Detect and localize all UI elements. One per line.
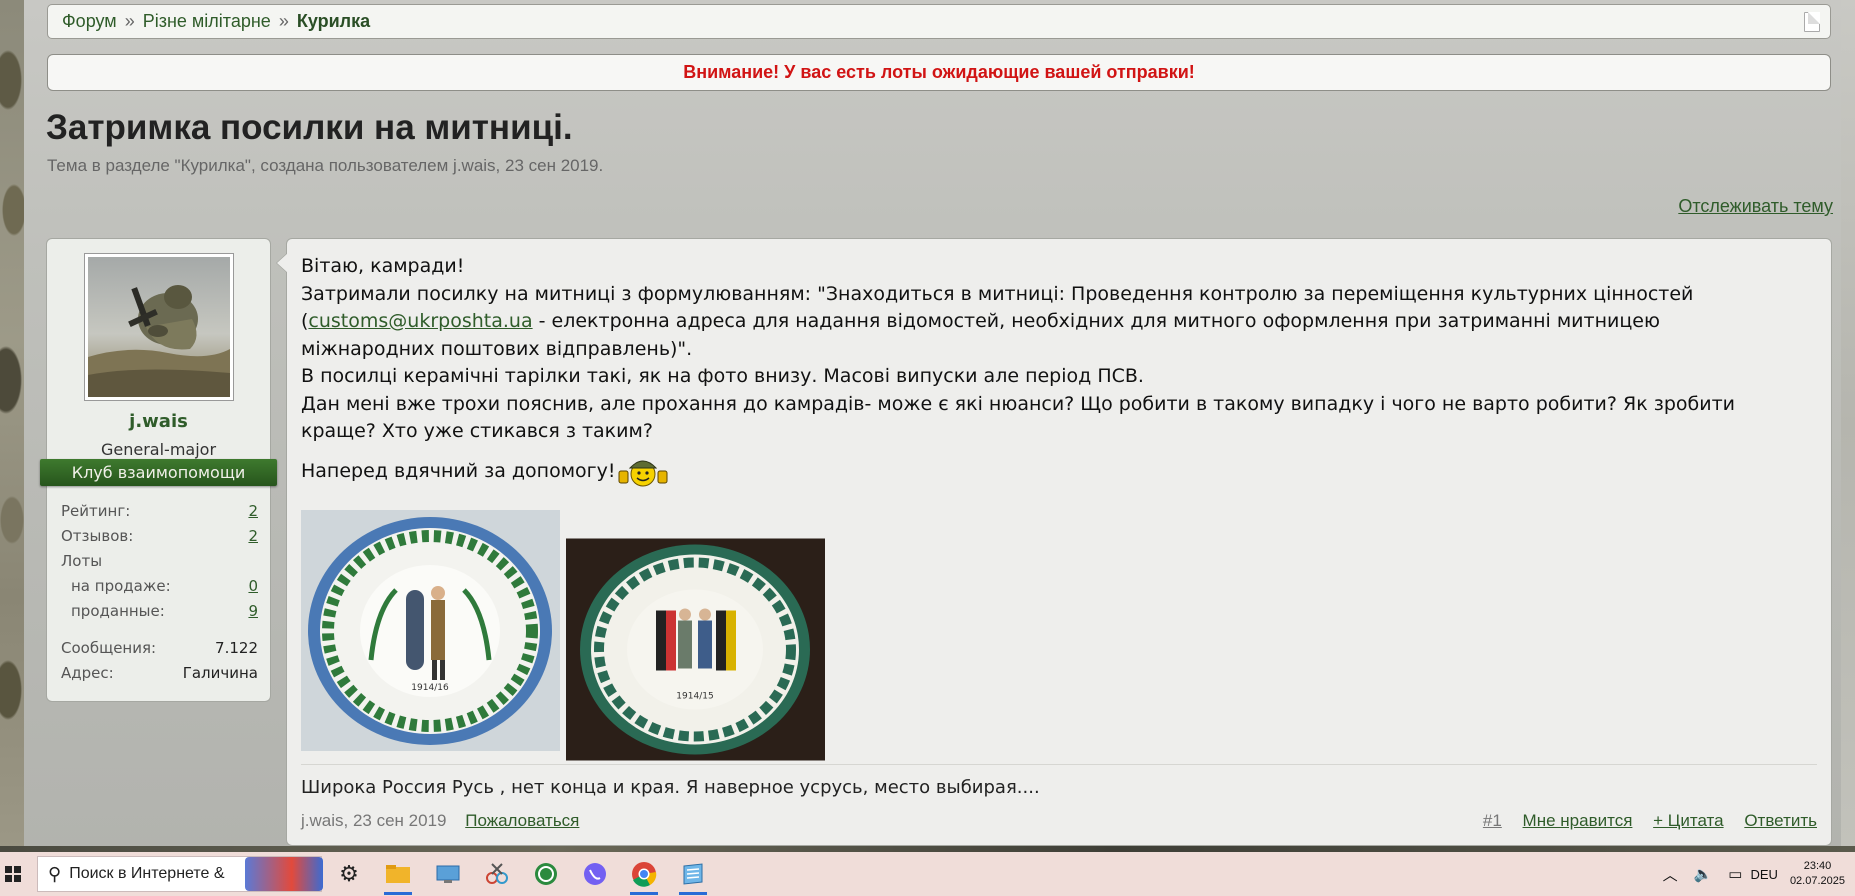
plate-image: 1914/15 [566, 538, 825, 761]
clock[interactable]: 23:40 02.07.2025 [1790, 859, 1845, 889]
like-button[interactable]: Мне нравится [1523, 811, 1633, 830]
page-title: Затримка посилки на митниці. [46, 108, 573, 147]
stat-rating: Рейтинг: 2 [61, 499, 258, 524]
post-line: (customs@ukrposhta.ua - електронна адрес… [301, 308, 1811, 336]
post-author[interactable]: j.wais [301, 811, 344, 830]
reply-button[interactable]: Ответить [1744, 811, 1817, 830]
soldier-smiley-icon [618, 460, 668, 486]
soldier-avatar-image [88, 257, 230, 397]
windows-icon [5, 866, 21, 882]
stat-messages: Сообщения: 7.122 [61, 636, 258, 661]
network-icon[interactable]: ▭ [1728, 865, 1742, 883]
post-greeting: Вітаю, камради! [301, 255, 465, 277]
post-footer: j.wais, 23 сен 2019 Пожаловаться #1 Мне … [301, 811, 1817, 831]
settings-icon[interactable]: ⚙ [333, 858, 365, 890]
thread-meta: Тема в разделе "Курилка", создана пользо… [47, 156, 604, 175]
plate-year: 1914/16 [411, 683, 449, 693]
remote-desktop-icon[interactable] [432, 858, 464, 890]
post: Вітаю, камради! Затримали посилку на мит… [276, 238, 1832, 846]
stat-lots: Лоты [61, 549, 258, 574]
speaker-icon[interactable]: 🔈 [1694, 865, 1713, 883]
stat-label: на продаже: [71, 577, 171, 595]
email-link[interactable]: customs@ukrposhta.ua [308, 310, 532, 332]
breadcrumb-current[interactable]: Курилка [297, 11, 370, 32]
reviews-link[interactable]: 2 [248, 524, 258, 549]
club-badge: Клуб взаимопомощи [40, 459, 277, 486]
avatar[interactable] [84, 253, 234, 401]
post-meta: j.wais, 23 сен 2019 Пожаловаться [301, 811, 579, 831]
stat-reviews: Отзывов: 2 [61, 524, 258, 549]
alert-banner[interactable]: Внимание! У вас есть лоты ожидающие ваше… [47, 54, 1831, 91]
post-thanks: Наперед вдячний за допомогу! [301, 454, 1811, 490]
background-camo-left [0, 0, 24, 852]
clock-date: 02.07.2025 [1789, 875, 1845, 887]
stat-label: Сообщения: [61, 639, 157, 657]
user-card: j.wais General-major Клуб взаимопомощи Р… [40, 238, 277, 702]
chevron-up-icon[interactable]: ︿ [1663, 864, 1678, 885]
start-button[interactable] [0, 852, 30, 896]
search-placeholder: Поиск в Интернете & [69, 865, 225, 882]
post-image-plate-2[interactable]: 1914/15 [566, 529, 825, 770]
username[interactable]: j.wais [47, 411, 270, 432]
stat-sold: проданные: 9 [61, 599, 258, 624]
stat-label: Лоты [61, 552, 103, 570]
language-indicator[interactable]: DEU [1750, 867, 1777, 882]
report-link[interactable]: Пожаловаться [465, 811, 579, 830]
post-line: краще? Хто уже стикався з таким? [301, 420, 653, 442]
on-sale-link[interactable]: 0 [248, 574, 258, 599]
breadcrumb: Форум » Різне мілітарне » Курилка [47, 4, 1831, 39]
stat-address: Адрес: Галичина [61, 661, 258, 686]
whatsapp-icon[interactable] [530, 858, 562, 890]
post-number-link[interactable]: #1 [1483, 811, 1502, 830]
search-highlight-icon[interactable] [245, 857, 323, 891]
breadcrumb-forum[interactable]: Форум [62, 11, 117, 32]
taskbar: ⚲ Поиск в Интернете & ⚙ ︿ 🔈 ▭ DEU 23:40 … [0, 852, 1855, 896]
post-actions: #1 Мне нравится + Цитата Ответить [1467, 811, 1817, 831]
plate-year: 1914/15 [676, 692, 713, 702]
plate-image: 1914/16 [301, 510, 560, 751]
post-body: Вітаю, камради! Затримали посилку на мит… [301, 253, 1811, 490]
file-explorer-icon[interactable] [382, 858, 414, 895]
post-line: Затримали посилку на митниці з формулюва… [301, 282, 1694, 305]
thanks-text: Наперед вдячний за допомогу! [301, 459, 616, 482]
post-line-text: - електронна адреса для надання відомост… [532, 310, 1660, 332]
search-icon: ⚲ [48, 863, 62, 884]
viber-icon[interactable] [579, 858, 611, 890]
breadcrumb-misc-military[interactable]: Різне мілітарне [143, 11, 271, 32]
system-tray: ︿ 🔈 ▭ DEU 23:40 02.07.2025 [1655, 852, 1845, 896]
post-image-plate-1[interactable]: 1914/16 [301, 510, 560, 751]
notepad-icon[interactable] [677, 858, 709, 895]
snipping-tool-icon[interactable] [481, 858, 513, 890]
stat-label: Рейтинг: [61, 502, 131, 520]
quote-button[interactable]: + Цитата [1653, 811, 1723, 830]
signature: Широка Россия Русь , нет конца и края. Я… [301, 764, 1817, 798]
messages-count: 7.122 [215, 639, 258, 657]
meta-separator: , [343, 811, 353, 830]
post-line: В посилці керамічні тарілки такі, як на … [301, 365, 1144, 387]
rating-link[interactable]: 2 [248, 499, 258, 524]
breadcrumb-separator: » [124, 11, 135, 31]
stat-label: Адрес: [61, 664, 114, 682]
stat-on-sale: на продаже: 0 [61, 574, 258, 599]
address-value: Галичина [182, 664, 258, 682]
stat-label: Отзывов: [61, 527, 134, 545]
post-line: міжнародних поштових відправлень)". [301, 337, 693, 360]
stat-label: проданные: [71, 602, 165, 620]
chrome-icon[interactable] [628, 858, 660, 895]
sold-link[interactable]: 9 [248, 599, 258, 624]
breadcrumb-separator: » [278, 11, 289, 31]
post-date[interactable]: 23 сен 2019 [353, 811, 447, 830]
page-icon[interactable] [1804, 12, 1820, 32]
post-line: Дан мені вже трохи пояснив, але прохання… [301, 392, 1735, 415]
background-right-strip [1841, 0, 1855, 852]
clock-time: 23:40 [1803, 860, 1832, 872]
user-title: General-major [100, 440, 217, 459]
alert-text: Внимание! У вас есть лоты ожидающие ваше… [683, 62, 1195, 82]
watch-thread-link[interactable]: Отслеживать тему [1678, 196, 1833, 217]
user-stats: Рейтинг: 2 Отзывов: 2 Лоты на продаже: 0… [61, 499, 258, 686]
